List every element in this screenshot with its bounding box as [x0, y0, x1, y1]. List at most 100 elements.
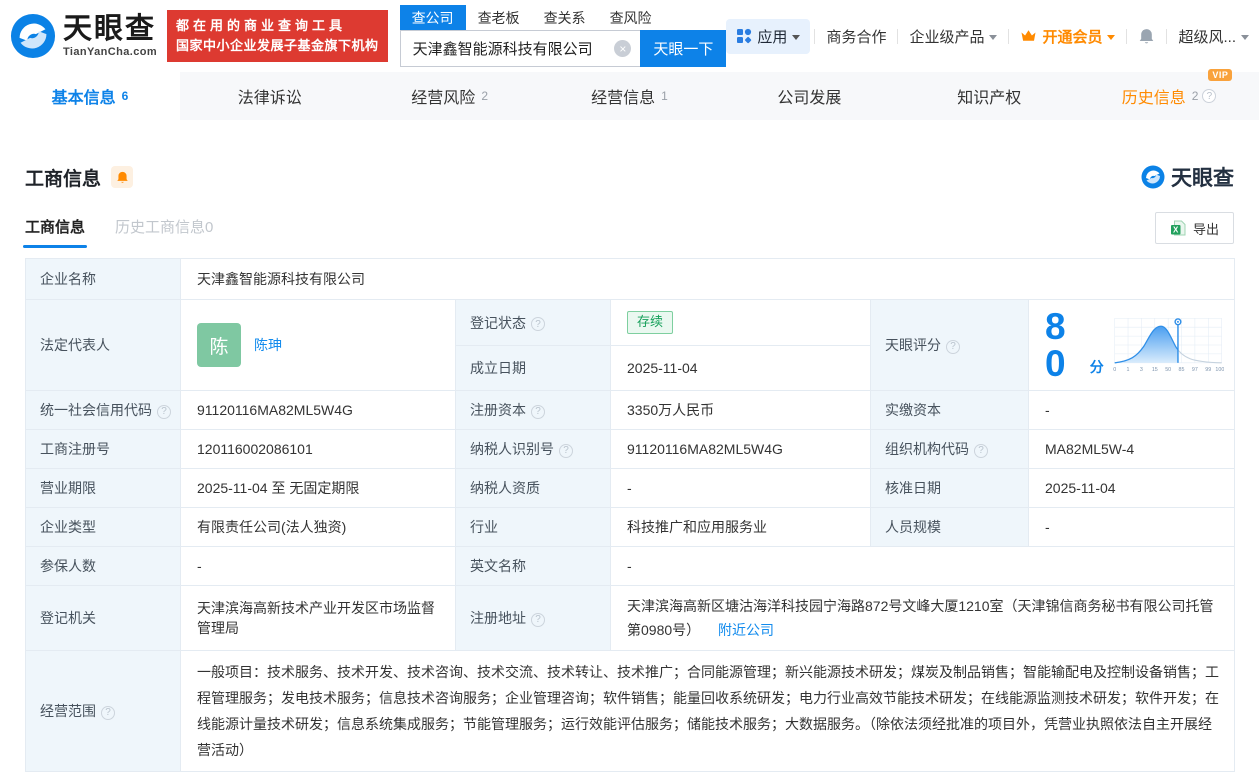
- svg-text:99: 99: [1205, 367, 1211, 373]
- excel-icon: X: [1170, 220, 1186, 236]
- apps-icon: [737, 28, 752, 44]
- tab-history-info[interactable]: 历史信息 2 ? VIP: [1079, 69, 1259, 120]
- industry-label: 行业: [455, 507, 611, 547]
- legal-rep-link[interactable]: 陈珅: [254, 335, 282, 355]
- staff-size-label: 人员规模: [870, 507, 1029, 547]
- reg-address-cell: 天津滨海高新区塘沽海洋科技园宁海路872号文峰大厦1210室（天津锦信商务秘书有…: [610, 585, 1235, 651]
- score-value: 80: [1045, 306, 1066, 384]
- tab-intellectual-property[interactable]: 知识产权: [899, 72, 1079, 120]
- watermark-text: 天眼查: [1171, 167, 1234, 190]
- tab-operation-info[interactable]: 经营信息 1: [540, 72, 720, 120]
- svg-text:85: 85: [1178, 367, 1184, 373]
- insured-count-value: -: [180, 546, 456, 586]
- search-tab-boss[interactable]: 查老板: [466, 5, 532, 30]
- export-button[interactable]: X 导出: [1154, 212, 1234, 244]
- subscribe-bell-button[interactable]: [111, 166, 134, 188]
- help-icon[interactable]: ?: [1202, 89, 1217, 103]
- promo-banner: 都在用的商业查询工具 国家中小企业发展子基金旗下机构: [167, 9, 388, 63]
- nav-super-risk[interactable]: 超级风...: [1167, 26, 1253, 47]
- nav-enterprise[interactable]: 企业级产品: [898, 26, 1008, 47]
- company-name-label: 企业名称: [25, 258, 181, 300]
- search-area: 查公司 查老板 查关系 查风险 × 天眼一下: [399, 5, 727, 67]
- reg-authority-value: 天津滨海高新技术产业开发区市场监督管理局: [180, 585, 456, 651]
- brand-name: 天眼查: [63, 12, 157, 45]
- establish-date-label: 成立日期: [455, 345, 611, 391]
- svg-text:97: 97: [1192, 367, 1198, 373]
- table-row: 法定代表人 陈 陈珅 登记状态? 存续 天眼评分? 80 分 0 1 3 15 …: [25, 299, 1235, 391]
- chevron-down-icon: [792, 34, 801, 40]
- svg-text:50: 50: [1165, 367, 1171, 373]
- nav-apps-label: 应用: [757, 28, 788, 46]
- nav-business[interactable]: 商务合作: [815, 26, 897, 47]
- table-row: 参保人数 - 英文名称 -: [25, 546, 1235, 586]
- search-tab-relation[interactable]: 查关系: [532, 5, 598, 30]
- search-tab-risk[interactable]: 查风险: [598, 5, 664, 30]
- business-term-value: 2025-11-04 至 无固定期限: [180, 468, 456, 508]
- reg-address-value: 天津滨海高新区塘沽海洋科技园宁海路872号文峰大厦1210室（天津锦信商务秘书有…: [627, 598, 1214, 638]
- help-icon[interactable]: ?: [531, 404, 545, 419]
- staff-size-value: -: [1028, 507, 1235, 547]
- promo-line-2: 国家中小企业发展子基金旗下机构: [176, 38, 379, 53]
- search-tab-company[interactable]: 查公司: [399, 5, 466, 30]
- help-icon[interactable]: ?: [559, 443, 573, 458]
- promo-line-1: 都在用的商业查询工具: [176, 17, 347, 33]
- search-button[interactable]: 天眼一下: [640, 30, 727, 67]
- table-row: 经营范围? 一般项目：技术服务、技术开发、技术咨询、技术交流、技术转让、技术推广…: [25, 650, 1235, 772]
- credit-code-value: 91120116MA82ML5W4G: [180, 390, 456, 430]
- business-scope-label: 经营范围?: [25, 650, 181, 772]
- svg-text:100: 100: [1215, 367, 1224, 373]
- tab-label: 法律诉讼: [237, 90, 302, 107]
- tab-basic-info[interactable]: 基本信息 6: [0, 72, 180, 120]
- svg-text:0: 0: [1113, 367, 1116, 373]
- help-icon[interactable]: ?: [157, 404, 171, 419]
- subtab-history-business-info[interactable]: 历史工商信息0: [115, 216, 213, 248]
- nav-vip[interactable]: 开通会员: [1009, 26, 1126, 47]
- table-row: 企业类型 有限责任公司(法人独资) 行业 科技推广和应用服务业 人员规模 -: [25, 507, 1235, 547]
- nav-apps[interactable]: 应用: [726, 18, 811, 54]
- tab-label: 经营风险: [411, 90, 476, 107]
- paid-capital-value: -: [1028, 390, 1235, 430]
- help-icon[interactable]: ?: [946, 339, 960, 354]
- taxpayer-id-label: 纳税人识别号?: [455, 429, 611, 469]
- help-icon[interactable]: ?: [101, 705, 115, 720]
- org-code-label: 组织机构代码?: [870, 429, 1029, 469]
- help-icon[interactable]: ?: [974, 443, 988, 458]
- reg-number-value: 120116002086101: [180, 429, 456, 469]
- nav-business-label: 商务合作: [826, 28, 887, 46]
- nav-vip-label: 开通会员: [1042, 28, 1103, 46]
- approval-date-value: 2025-11-04: [1028, 468, 1235, 508]
- tianyan-score-chart: 0 1 3 15 50 85 97 99 100: [1113, 317, 1224, 373]
- avatar[interactable]: 陈: [197, 323, 241, 367]
- credit-code-label: 统一社会信用代码?: [25, 390, 181, 430]
- status-badge: 存续: [627, 311, 674, 334]
- tab-operation-risk[interactable]: 经营风险 2: [360, 72, 540, 120]
- english-name-label: 英文名称: [455, 546, 611, 586]
- search-input[interactable]: [400, 40, 641, 57]
- brand-logo[interactable]: 天眼查 TianYanCha.com: [10, 13, 157, 59]
- tab-count: 2: [1191, 89, 1199, 103]
- nearby-companies-link[interactable]: 附近公司: [718, 622, 774, 638]
- subtab-business-info[interactable]: 工商信息: [22, 216, 88, 248]
- help-icon[interactable]: ?: [531, 317, 545, 331]
- org-code-value: MA82ML5W-4: [1028, 429, 1235, 469]
- nav-notifications[interactable]: [1127, 28, 1166, 45]
- table-row: 统一社会信用代码? 91120116MA82ML5W4G 注册资本? 3350万…: [25, 390, 1235, 430]
- reg-authority-label: 登记机关: [25, 585, 181, 651]
- svg-text:3: 3: [1140, 367, 1143, 373]
- taxpayer-quality-value: -: [610, 468, 871, 508]
- table-row: 登记机关 天津滨海高新技术产业开发区市场监督管理局 注册地址? 天津滨海高新区塘…: [25, 585, 1235, 651]
- nav-enterprise-label: 企业级产品: [909, 28, 985, 46]
- company-type-label: 企业类型: [25, 507, 181, 547]
- legal-rep-cell: 陈 陈珅: [180, 299, 456, 391]
- tab-label: 基本信息: [51, 90, 116, 107]
- tab-company-development[interactable]: 公司发展: [719, 72, 899, 120]
- svg-text:15: 15: [1152, 367, 1158, 373]
- tab-count: 1: [661, 89, 668, 103]
- score-unit: 分: [1089, 359, 1104, 375]
- tab-legal-litigation[interactable]: 法律诉讼: [180, 72, 360, 120]
- top-nav: 应用 商务合作 企业级产品 开通会员 超级风...: [726, 18, 1253, 54]
- watermark-logo: 天眼查: [1141, 162, 1234, 192]
- tab-count: 6: [121, 89, 129, 103]
- help-icon[interactable]: ?: [531, 612, 545, 627]
- score-cell: 80 分 0 1 3 15 50 85 97 99 100: [1028, 299, 1235, 391]
